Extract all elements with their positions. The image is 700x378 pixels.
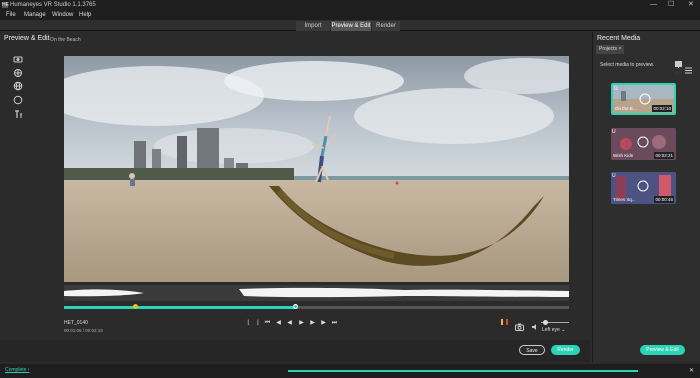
chevron-down-icon: ⌄ [561,327,566,333]
close-tab-icon[interactable]: × [618,46,621,52]
task-progress-fill [288,370,638,372]
minimize-button[interactable]: — [650,0,657,10]
media-caption: Times Sq... 00:00:46 [613,196,674,203]
skip-end-icon[interactable]: ⏭ [330,319,339,327]
complete-link-label: Complete [5,367,27,373]
menu-manage[interactable]: Manage [24,10,46,20]
media-item[interactable]: U Wish Kids 00:02:21 [611,128,676,160]
circle-icon[interactable] [13,95,23,105]
tab-render[interactable]: Render [372,21,400,31]
camera-icon[interactable] [515,318,524,336]
step-forward-icon[interactable]: ▶ [308,319,317,327]
skip-start-icon[interactable]: ⏮ [263,319,272,327]
audio-waveform[interactable] [64,285,569,301]
volume-icon[interactable] [531,318,539,336]
fast-forward-icon[interactable]: ▶ [319,319,328,327]
window-title: Humaneyes VR Studio 1.1.3765 [10,2,96,8]
tab-projects[interactable]: Projects × [596,45,624,54]
video-preview[interactable] [64,56,569,282]
recent-media-title: Recent Media [597,35,641,42]
marker-yellow-icon [501,319,503,325]
stabilize-icon[interactable] [13,54,23,64]
media-duration: 00:02:10 [652,105,672,112]
media-duration: 00:00:46 [654,196,674,203]
globe-icon[interactable] [13,81,23,91]
eye-select[interactable]: Left eye ⌄ [542,327,565,333]
panel-title: Preview & Edit [4,35,50,42]
media-name: Wish Kids [613,153,634,158]
volume-knob[interactable] [543,320,548,325]
play-icon[interactable]: ▶ [297,319,306,327]
maximize-button[interactable]: ☐ [668,0,674,10]
status-bar: Complete › ✕ [0,364,700,378]
close-icon[interactable]: ✕ [689,367,694,374]
reticle-icon[interactable] [13,68,23,78]
menu-help[interactable]: Help [79,10,91,20]
app-logo-icon: HE [2,2,9,8]
preview-edit-button[interactable]: Preview & Edit [640,345,685,355]
timeline-progress-fill [64,306,297,309]
media-hint: Select media to preview. [600,62,655,68]
menu-bar: File Manage Window Help [0,10,700,20]
tab-preview-edit[interactable]: Preview & Edit [331,21,371,31]
close-window-button[interactable]: ✕ [688,0,694,10]
render-button[interactable]: Render [551,345,580,355]
tab-import[interactable]: Import [296,21,330,31]
beach-scene-image [64,56,569,282]
media-name: Times Sq... [613,197,636,202]
action-bar [0,340,590,362]
project-subtitle: - On the Beach [47,37,81,43]
tab-projects-label: Projects [599,46,618,52]
title-bar: HE Humaneyes VR Studio 1.1.3765 — ☐ ✕ [0,0,700,10]
timecode: 00:01:06 / 00:02:10 [64,328,103,333]
save-button[interactable]: Save [519,345,545,355]
mark-out-button[interactable]: ⌋ [253,319,262,327]
play-reverse-icon[interactable]: ◀ [285,319,294,327]
playhead[interactable] [293,304,299,309]
media-caption: On the B... 00:02:10 [615,105,672,112]
media-type-icon: U [614,86,618,92]
menu-window[interactable]: Window [52,10,73,20]
media-type-icon: U [612,173,616,179]
eye-select-label: Left eye [542,327,560,333]
menu-file[interactable]: File [6,10,16,20]
media-item[interactable]: U On the B... 00:02:10 [611,83,676,115]
timeline-track[interactable] [64,304,569,309]
mark-in-button[interactable]: ⌊ [244,319,253,327]
media-caption: Wish Kids 00:02:21 [613,152,674,159]
step-back-icon[interactable]: ◀ [274,319,283,327]
list-view-icon[interactable] [685,61,692,74]
clip-name: HET_0140 [64,320,88,326]
media-type-icon: U [612,129,616,135]
grid-view-icon[interactable] [675,61,682,74]
media-duration: 00:02:21 [654,152,674,159]
text-icon[interactable] [13,109,23,119]
task-progress-track [288,370,638,372]
main-tabs: Import Preview & Edit Render [0,20,700,31]
complete-link[interactable]: Complete › [5,367,29,373]
in-point-marker[interactable] [132,304,138,309]
marker-red-icon [506,319,508,325]
media-item[interactable]: U Times Sq... 00:00:46 [611,172,676,204]
chevron-right-icon: › [27,367,30,373]
media-name: On the B... [615,106,637,111]
